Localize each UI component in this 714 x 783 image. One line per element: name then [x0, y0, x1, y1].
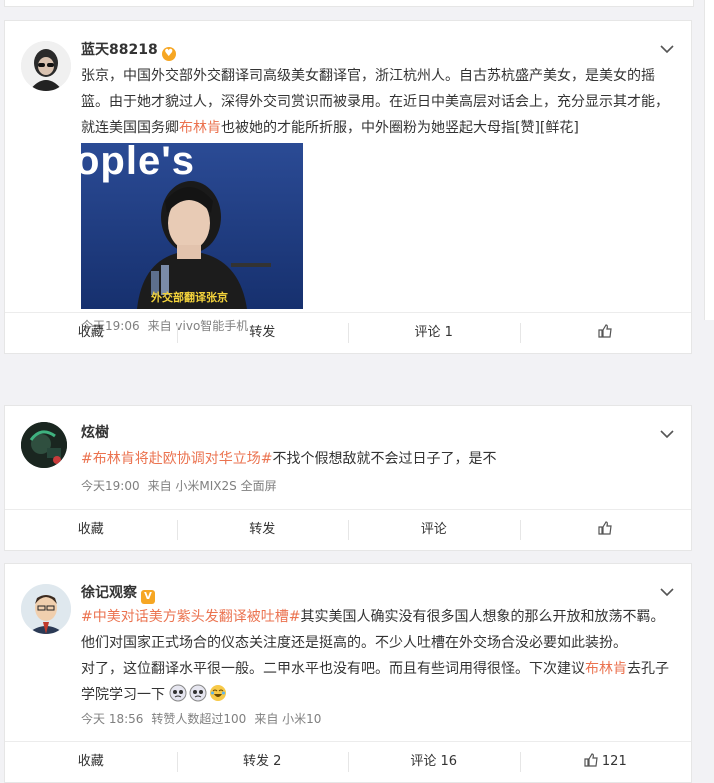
- post-source: 来自 小米10: [254, 712, 322, 726]
- heart-eyes-emoji-icon: ♥: [161, 47, 176, 61]
- comment-button[interactable]: 评论 1: [348, 313, 520, 353]
- post-card-2: 炫樹 #布林肯将赴欧协调对华立场#不找个假想敌就不会过日子了，是不 今天19:0…: [4, 405, 692, 551]
- like-button[interactable]: 121: [519, 742, 692, 782]
- post-text-part: 不找个假想敌就不会过日子了，是不: [272, 451, 497, 467]
- post-time[interactable]: 今天 18:56: [81, 712, 143, 726]
- hashtag-link[interactable]: #布林肯将赴欧协调对华立场#: [81, 451, 272, 467]
- post-meta: 今天19:00 来自 小米MIX2S 全面屏: [81, 477, 285, 494]
- like-count: 121: [601, 754, 627, 769]
- action-bar: 收藏 转发 2 评论 16 121: [5, 741, 691, 782]
- author-name[interactable]: 徐记观察 V: [81, 584, 155, 604]
- thumbs-up-icon: [598, 324, 612, 338]
- repost-button[interactable]: 转发: [176, 510, 349, 550]
- chevron-down-icon[interactable]: [659, 43, 675, 55]
- action-bar: 收藏 转发 评论 1: [5, 312, 691, 353]
- post-repost-note: 转赞人数超过100: [151, 712, 247, 726]
- previous-card-edge: [4, 0, 694, 7]
- chevron-down-icon[interactable]: [659, 428, 675, 440]
- repost-button[interactable]: 转发: [176, 313, 349, 353]
- image-caption: 外交部翻译张京: [151, 291, 228, 304]
- like-button[interactable]: [519, 510, 692, 550]
- thumbs-up-icon: [584, 753, 598, 767]
- author-name[interactable]: 炫樹: [81, 424, 109, 442]
- sad-face-emoji-icon: [189, 684, 207, 702]
- favorite-button[interactable]: 收藏: [5, 742, 177, 782]
- image-overlay-text: ople's: [81, 143, 195, 183]
- chevron-down-icon[interactable]: [659, 586, 675, 598]
- post-card-1: 蓝天88218 ♥ 张京，中国外交部外交翻译司高级美女翻译官，浙江杭州人。自古苏杭…: [4, 20, 692, 354]
- avatar[interactable]: [21, 41, 71, 91]
- like-button[interactable]: [519, 313, 692, 353]
- user-link-blinken[interactable]: 布林肯: [585, 661, 627, 677]
- post-image[interactable]: ople's 外交部翻译张京: [81, 143, 303, 309]
- comment-button[interactable]: 评论 16: [348, 742, 520, 782]
- post-source: 来自 小米MIX2S 全面屏: [147, 479, 277, 493]
- thumbs-up-icon: [598, 521, 612, 535]
- action-bar: 收藏 转发 评论: [5, 509, 691, 550]
- author-name-text[interactable]: 徐记观察: [81, 585, 137, 601]
- post-text: #布林肯将赴欧协调对华立场#不找个假想敌就不会过日子了，是不: [81, 446, 675, 472]
- right-sidebar-edge: [704, 0, 714, 320]
- avatar[interactable]: [21, 422, 67, 468]
- author-name-text[interactable]: 蓝天88218: [81, 42, 158, 58]
- hashtag-rest: 将赴欧协调对华立场#: [134, 451, 273, 467]
- sad-face-emoji-icon: [169, 684, 187, 702]
- post-text-part: 学院学习一下: [81, 687, 165, 703]
- post-text-part: 去孔子: [627, 661, 669, 677]
- post-text: #中美对话美方紫头发翻译被吐槽#其实美国人确实没有很多国人想象的那么开放和放荡不…: [81, 604, 675, 708]
- post-card-3: 徐记观察 V #中美对话美方紫头发翻译被吐槽#其实美国人确实没有很多国人想象的那么…: [4, 563, 692, 783]
- laughing-tears-emoji-icon: [209, 684, 227, 702]
- post-meta: 今天 18:56 转赞人数超过100 来自 小米10: [81, 710, 329, 727]
- hashtag-user: 布林肯: [92, 451, 135, 467]
- post-text-part: 其实美国人确实没有很多国人想象的那么开放和放荡不羁。: [300, 609, 665, 625]
- repost-button[interactable]: 转发 2: [176, 742, 349, 782]
- hashtag-link[interactable]: #中美对话美方紫头发翻译被吐槽#: [81, 609, 300, 625]
- hashtag-prefix: #: [81, 451, 93, 467]
- post-text-part: 也被她的才能所折服，中外圈粉为她竖起大母指[赞][鲜花]: [221, 120, 579, 136]
- post-text-part: 对了，这位翻译水平很一般。二甲水平也没有吧。而且有些词用得很怪。下次建议: [81, 661, 585, 677]
- post-text: 张京，中国外交部外交翻译司高级美女翻译官，浙江杭州人。自古苏杭盛产美女，是美女的…: [81, 63, 675, 141]
- post-text-line: 他们对国家正式场合的仪态关注度还是挺高的。不少人吐槽在外交场合没必要如此装扮。: [81, 635, 627, 651]
- avatar[interactable]: [21, 584, 71, 634]
- favorite-button[interactable]: 收藏: [5, 313, 177, 353]
- favorite-button[interactable]: 收藏: [5, 510, 177, 550]
- comment-button[interactable]: 评论: [348, 510, 520, 550]
- user-link-blinken[interactable]: 布林肯: [179, 120, 221, 136]
- post-time[interactable]: 今天19:00: [81, 479, 140, 493]
- author-name[interactable]: 蓝天88218 ♥: [81, 41, 176, 61]
- verified-v-icon: V: [141, 590, 155, 604]
